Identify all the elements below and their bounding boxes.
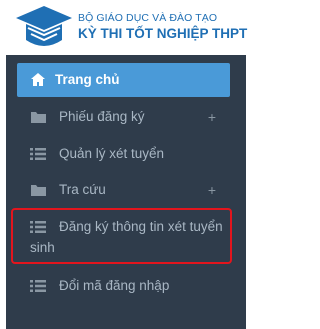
sidebar-item-label: Phiếu đăng ký [59,109,145,124]
list-icon [30,280,46,292]
list-icon [30,148,46,160]
app-header: BỘ GIÁO DỤC VÀ ĐÀO TẠO KỲ THI TỐT NGHIỆP… [0,0,265,60]
folder-icon [31,112,46,123]
expand-plus-icon[interactable]: + [208,182,216,198]
sidebar-item-lookup[interactable]: Tra cứu + [6,172,246,208]
sidebar-item-admission-management[interactable]: Quản lý xét tuyển [6,136,246,172]
graduation-cap-logo-icon [16,6,72,46]
sidebar-item-label: Đổi mã đăng nhập [59,278,170,293]
system-title: KỲ THI TỐT NGHIỆP THPT [78,26,248,41]
home-icon [31,73,45,86]
highlight-box [11,208,232,264]
organization-name: BỘ GIÁO DỤC VÀ ĐÀO TẠO [78,12,218,24]
folder-icon [31,185,46,196]
sidebar-item-change-login-code[interactable]: Đổi mã đăng nhập [6,268,246,304]
sidebar-item-home[interactable]: Trang chủ [17,63,230,97]
sidebar-item-label: Trang chủ [55,72,120,87]
sidebar-item-label: Quản lý xét tuyển [59,146,165,161]
expand-plus-icon[interactable]: + [208,109,216,125]
sidebar-item-registration-form[interactable]: Phiếu đăng ký + [6,100,246,136]
sidebar-item-label: Tra cứu [59,182,106,197]
